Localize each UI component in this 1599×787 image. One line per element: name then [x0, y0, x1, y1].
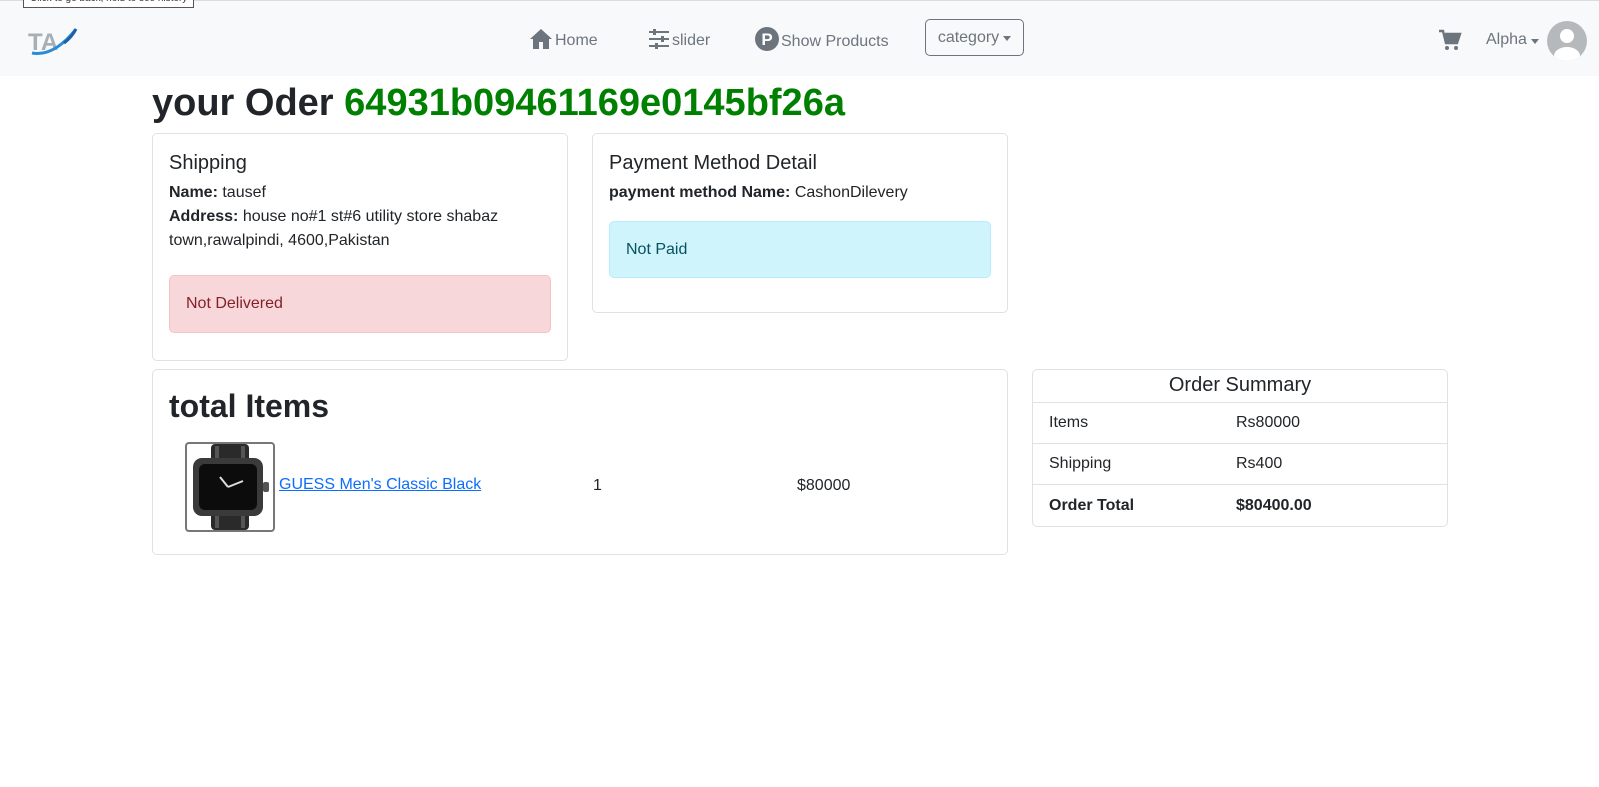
category-label: category	[937, 28, 1000, 46]
top-navbar: TA Home slider P Show Products category …	[0, 0, 1599, 76]
summary-row-items: Items Rs80000	[1033, 403, 1447, 444]
product-link[interactable]: GUESS Men's Classic Black	[279, 475, 481, 495]
order-id: 64931b09461169e0145bf26a	[344, 82, 845, 124]
list-item: GUESS Men's Classic Black 1 $80000	[185, 442, 985, 532]
sliders-icon	[648, 28, 670, 50]
shipping-address-line: Address: house no#1 st#6 utility store s…	[169, 205, 551, 253]
nav-show-products-link[interactable]: P Show Products	[755, 27, 889, 51]
shipping-card: Shipping Name: tausef Address: house no#…	[152, 133, 568, 361]
avatar[interactable]	[1547, 21, 1587, 61]
summary-items-value: Rs80000	[1236, 414, 1301, 431]
items-heading: total Items	[169, 388, 330, 424]
order-summary-heading: Order Summary	[1033, 370, 1447, 403]
summary-row-shipping: Shipping Rs400	[1033, 444, 1447, 485]
home-icon	[529, 28, 553, 50]
summary-total-value: $80400.00	[1236, 496, 1312, 514]
order-items-card: total Items GUESS Men's Classic Black 1 …	[152, 369, 1008, 555]
nav-slider-label: slider	[672, 32, 711, 49]
watch-icon	[193, 444, 269, 530]
back-button-tooltip: Click to go back, hold to see history	[23, 0, 195, 8]
cart-icon[interactable]	[1438, 29, 1462, 56]
summary-items-label: Items	[1049, 414, 1089, 431]
product-p-icon: P	[755, 27, 779, 51]
nav-home-link[interactable]: Home	[529, 27, 598, 50]
delivery-status-alert: Not Delivered	[169, 275, 551, 333]
summary-total-label: Order Total	[1049, 496, 1135, 514]
chevron-down-icon	[1530, 38, 1539, 44]
summary-shipping-label: Shipping	[1049, 455, 1112, 472]
item-quantity: 1	[593, 477, 602, 494]
item-price: $80000	[797, 477, 851, 494]
category-dropdown-button[interactable]: category	[925, 19, 1024, 56]
order-summary-card: Order Summary Items Rs80000 Shipping Rs4…	[1032, 369, 1448, 527]
product-thumbnail	[185, 442, 275, 532]
brand-logo[interactable]: TA	[26, 23, 80, 57]
order-title-prefix: your Oder	[152, 82, 334, 124]
shipping-heading: Shipping	[169, 152, 247, 174]
page-title: your Oder 64931b09461169e0145bf26a	[152, 79, 845, 127]
nav-home-label: Home	[555, 32, 598, 49]
user-dropdown[interactable]: Alpha	[1486, 31, 1539, 49]
shipping-address-label: Address:	[169, 208, 239, 225]
nav-show-products-label: Show Products	[781, 32, 889, 50]
shipping-name-label: Name:	[169, 184, 218, 201]
delivery-status-text: Not Delivered	[186, 295, 283, 312]
payment-method-value: CashonDilevery	[794, 184, 908, 201]
payment-heading: Payment Method Detail	[609, 152, 817, 174]
user-name: Alpha	[1486, 31, 1527, 48]
payment-card: Payment Method Detail payment method Nam…	[592, 133, 1008, 313]
nav-slider-link[interactable]: slider	[648, 27, 710, 50]
shipping-name-value: tausef	[222, 184, 266, 201]
summary-shipping-value: Rs400	[1236, 455, 1283, 472]
payment-method-line: payment method Name: CashonDilevery	[609, 181, 991, 205]
payment-status-alert: Not Paid	[609, 221, 991, 278]
chevron-down-icon	[1003, 36, 1012, 41]
svg-text:P: P	[761, 30, 772, 49]
payment-method-label: payment method Name:	[609, 184, 791, 201]
shipping-name-line: Name: tausef	[169, 181, 551, 205]
payment-status-text: Not Paid	[626, 240, 688, 258]
summary-row-total: Order Total $80400.00	[1033, 485, 1447, 526]
